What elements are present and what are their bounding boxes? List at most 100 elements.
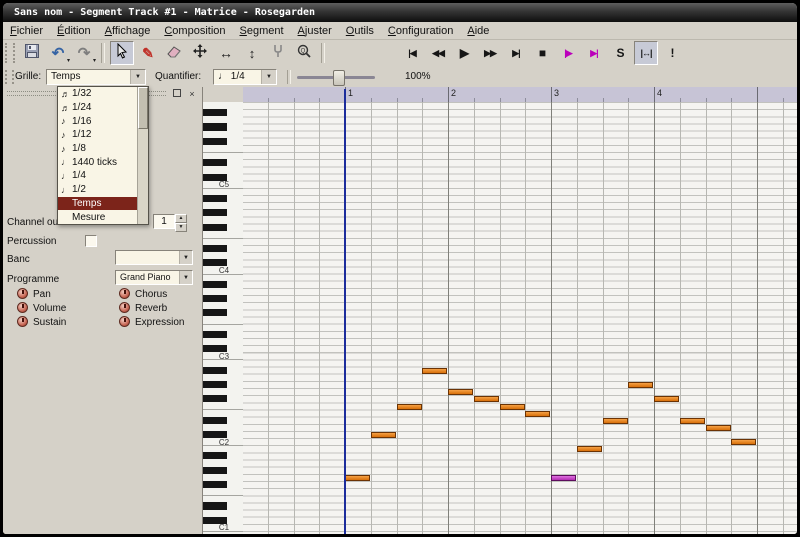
undo-button[interactable]: ↶▾ — [46, 41, 70, 65]
tuning-fork-tool[interactable] — [266, 41, 290, 65]
grid-dropdown-item-7[interactable]: ♩1/2 — [58, 183, 148, 197]
menu-item-1[interactable]: Édition — [50, 24, 98, 38]
measure-ruler[interactable]: 1234 — [243, 87, 797, 103]
pan-knob[interactable] — [17, 288, 28, 299]
matrix-note[interactable] — [603, 418, 628, 424]
quantize-tool[interactable]: Q — [292, 41, 316, 65]
piano-key-black[interactable] — [203, 245, 227, 252]
rewind-button[interactable]: ◀◀ — [426, 41, 450, 65]
dropdown-caret-icon[interactable]: ▾ — [93, 57, 96, 64]
piano-key-black[interactable] — [203, 417, 227, 424]
redo-button[interactable]: ↷▾ — [72, 41, 96, 65]
matrix-note[interactable] — [345, 475, 370, 481]
bank-combo[interactable]: ▼ — [115, 250, 193, 265]
grid-combo[interactable]: Temps ▼ — [46, 69, 146, 85]
velocity-tool[interactable]: ↕ — [240, 41, 264, 65]
playback-cursor[interactable] — [344, 89, 346, 534]
menu-item-8[interactable]: Aide — [460, 24, 496, 38]
piano-key-black[interactable] — [203, 138, 227, 145]
titlebar[interactable]: Sans nom - Segment Track #1 - Matrice - … — [3, 3, 797, 22]
fast-forward-to-end-button[interactable]: ▶| — [504, 41, 528, 65]
piano-keyboard[interactable]: C5C4C3C2C1 — [203, 102, 244, 534]
solo-button[interactable]: S — [608, 41, 632, 65]
grid-dropdown-item-5[interactable]: ♩1440 ticks — [58, 155, 148, 169]
menu-item-5[interactable]: Ajuster — [291, 24, 339, 38]
grid-dropdown-item-9[interactable]: Mesure — [58, 210, 148, 224]
percussion-checkbox[interactable] — [85, 235, 97, 247]
matrix-note[interactable] — [474, 396, 499, 402]
resize-tool[interactable]: ↔ — [214, 41, 238, 65]
menu-item-0[interactable]: Fichier — [3, 24, 50, 38]
play-button[interactable]: ▶ — [452, 41, 476, 65]
matrix-note[interactable] — [680, 418, 705, 424]
menu-item-3[interactable]: Composition — [157, 24, 232, 38]
draw-tool[interactable]: ✎ — [136, 41, 160, 65]
chevron-down-icon[interactable]: ▼ — [179, 271, 192, 284]
erase-tool[interactable] — [162, 41, 186, 65]
note-grid[interactable] — [243, 102, 797, 534]
dropdown-scrollbar-thumb[interactable] — [138, 87, 148, 129]
matrix-note[interactable] — [371, 432, 396, 438]
grid-dropdown-item-0[interactable]: ♬1/32 — [58, 87, 148, 101]
matrix-note[interactable] — [525, 411, 550, 417]
scroll-follow-button[interactable]: |↔| — [634, 41, 658, 65]
panel-detach-icon[interactable] — [171, 89, 183, 101]
toolbar-grip[interactable] — [5, 70, 14, 84]
grid-dropdown-item-6[interactable]: ♩1/4 — [58, 169, 148, 183]
chevron-down-icon[interactable]: ▼ — [261, 70, 276, 84]
grid-dropdown-item-2[interactable]: ♪1/16 — [58, 114, 148, 128]
loop-end-button[interactable]: ▶| — [582, 41, 606, 65]
matrix-note[interactable] — [628, 382, 653, 388]
grid-dropdown-item-3[interactable]: ♪1/12 — [58, 128, 148, 142]
grid-dropdown-item-4[interactable]: ♪1/8 — [58, 142, 148, 156]
piano-key-black[interactable] — [203, 309, 227, 316]
select-tool[interactable] — [110, 41, 134, 65]
matrix-note[interactable] — [500, 404, 525, 410]
piano-key-black[interactable] — [203, 195, 227, 202]
fast-forward-button[interactable]: ▶▶ — [478, 41, 502, 65]
piano-key-black[interactable] — [203, 281, 227, 288]
channel-spinner-arrows[interactable]: ▲▼ — [175, 214, 187, 229]
expression-knob[interactable] — [119, 316, 130, 327]
panel-close-icon[interactable]: × — [186, 89, 198, 101]
piano-key-black[interactable] — [203, 381, 227, 388]
toolbar-grip[interactable] — [5, 43, 15, 63]
matrix-note[interactable] — [731, 439, 756, 445]
piano-key-black[interactable] — [203, 367, 227, 374]
move-tool[interactable] — [188, 41, 212, 65]
menu-item-6[interactable]: Outils — [339, 24, 381, 38]
piano-key-black[interactable] — [203, 331, 227, 338]
menu-item-4[interactable]: Segment — [233, 24, 291, 38]
matrix-note[interactable] — [397, 404, 422, 410]
program-combo[interactable]: Grand Piano ▼ — [115, 270, 193, 285]
matrix-note-selected[interactable] — [551, 475, 576, 481]
reverb-knob[interactable] — [119, 302, 130, 313]
volume-knob[interactable] — [17, 302, 28, 313]
piano-key-black[interactable] — [203, 452, 227, 459]
loop-start-button[interactable]: |▶ — [556, 41, 580, 65]
piano-key-black[interactable] — [203, 467, 227, 474]
piano-key-black[interactable] — [203, 502, 227, 509]
menu-item-2[interactable]: Affichage — [98, 24, 158, 38]
channel-spinbox[interactable]: 1 — [153, 214, 175, 229]
piano-key-black[interactable] — [203, 224, 227, 231]
piano-key-black[interactable] — [203, 481, 227, 488]
piano-key-black[interactable] — [203, 109, 227, 116]
chevron-down-icon[interactable]: ▼ — [179, 251, 192, 264]
dropdown-scrollbar[interactable] — [137, 87, 148, 224]
panic-button[interactable]: ! — [660, 41, 684, 65]
dropdown-caret-icon[interactable]: ▾ — [67, 57, 70, 64]
grid-dropdown-item-8[interactable]: Temps — [58, 197, 148, 211]
quantize-combo[interactable]: ♩ 1/4 ▼ — [213, 69, 277, 85]
matrix-note[interactable] — [448, 389, 473, 395]
menu-item-7[interactable]: Configuration — [381, 24, 460, 38]
zoom-slider-thumb[interactable] — [333, 70, 345, 86]
piano-key-black[interactable] — [203, 159, 227, 166]
matrix-note[interactable] — [654, 396, 679, 402]
sustain-knob[interactable] — [17, 316, 28, 327]
matrix-note[interactable] — [422, 368, 447, 374]
piano-key-black[interactable] — [203, 123, 227, 130]
grid-dropdown-item-1[interactable]: ♬1/24 — [58, 101, 148, 115]
piano-key-black[interactable] — [203, 395, 227, 402]
stop-button[interactable]: ■ — [530, 41, 554, 65]
